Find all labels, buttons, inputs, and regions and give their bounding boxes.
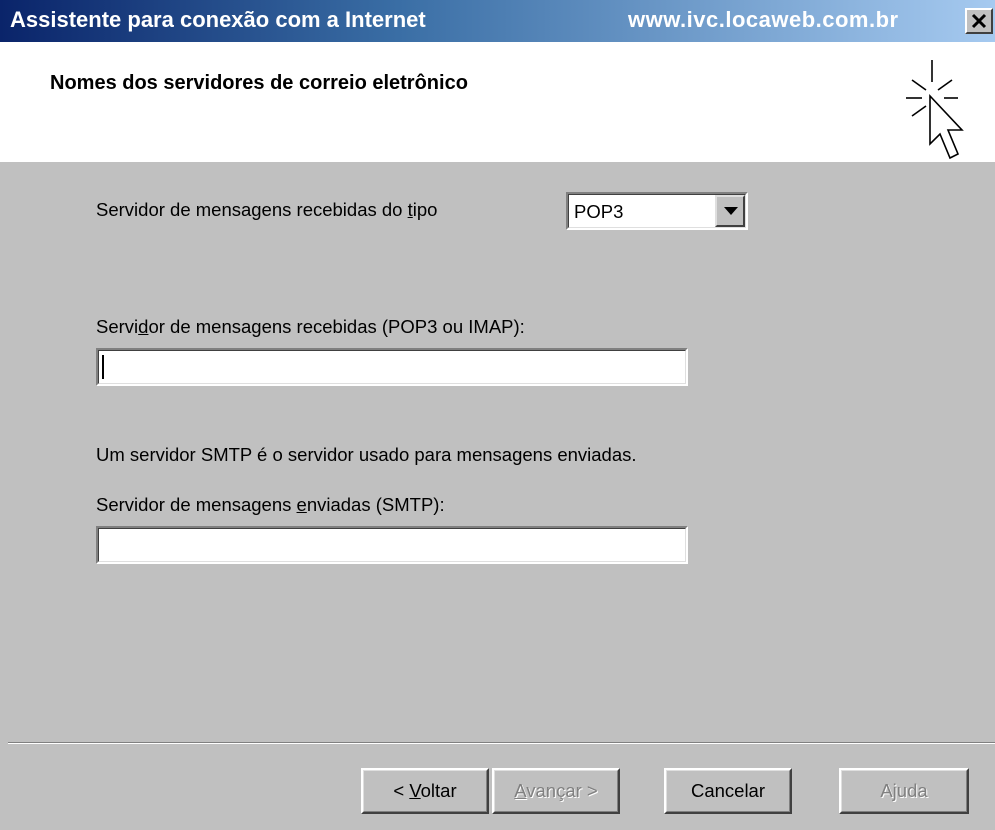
incoming-type-select[interactable]: POP3 — [566, 192, 748, 230]
close-x-icon — [971, 13, 987, 29]
wizard-cursor-icon — [906, 60, 964, 160]
dropdown-button[interactable] — [715, 195, 745, 227]
smtp-info-text: Um servidor SMTP é o servidor usado para… — [96, 444, 637, 465]
title-bar: Assistente para conexão com a Internet w… — [0, 0, 995, 42]
incoming-type-label: Servidor de mensagens recebidas do tipo — [96, 199, 438, 220]
back-button[interactable]: < Voltar — [361, 768, 489, 814]
incoming-server-label: Servidor de mensagens recebidas (POP3 ou… — [96, 316, 525, 337]
close-button[interactable] — [965, 8, 993, 34]
next-button[interactable]: Avançar > — [492, 768, 620, 814]
window-title: Assistente para conexão com a Internet — [10, 7, 426, 32]
outgoing-server-input[interactable] — [96, 526, 688, 564]
chevron-down-icon — [724, 207, 738, 215]
cancel-button[interactable]: Cancelar — [664, 768, 792, 814]
incoming-type-value: POP3 — [574, 201, 624, 222]
outgoing-server-label: Servidor de mensagens enviadas (SMTP): — [96, 494, 445, 515]
watermark-text: www.ivc.locaweb.com.br — [628, 7, 899, 32]
text-caret — [102, 355, 104, 379]
wizard-header: Nomes dos servidores de correio eletrôni… — [0, 42, 995, 162]
incoming-server-input[interactable] — [96, 348, 688, 386]
help-button[interactable]: Ajuda — [839, 768, 969, 814]
footer-divider — [8, 742, 995, 744]
page-heading: Nomes dos servidores de correio eletrôni… — [50, 72, 468, 94]
